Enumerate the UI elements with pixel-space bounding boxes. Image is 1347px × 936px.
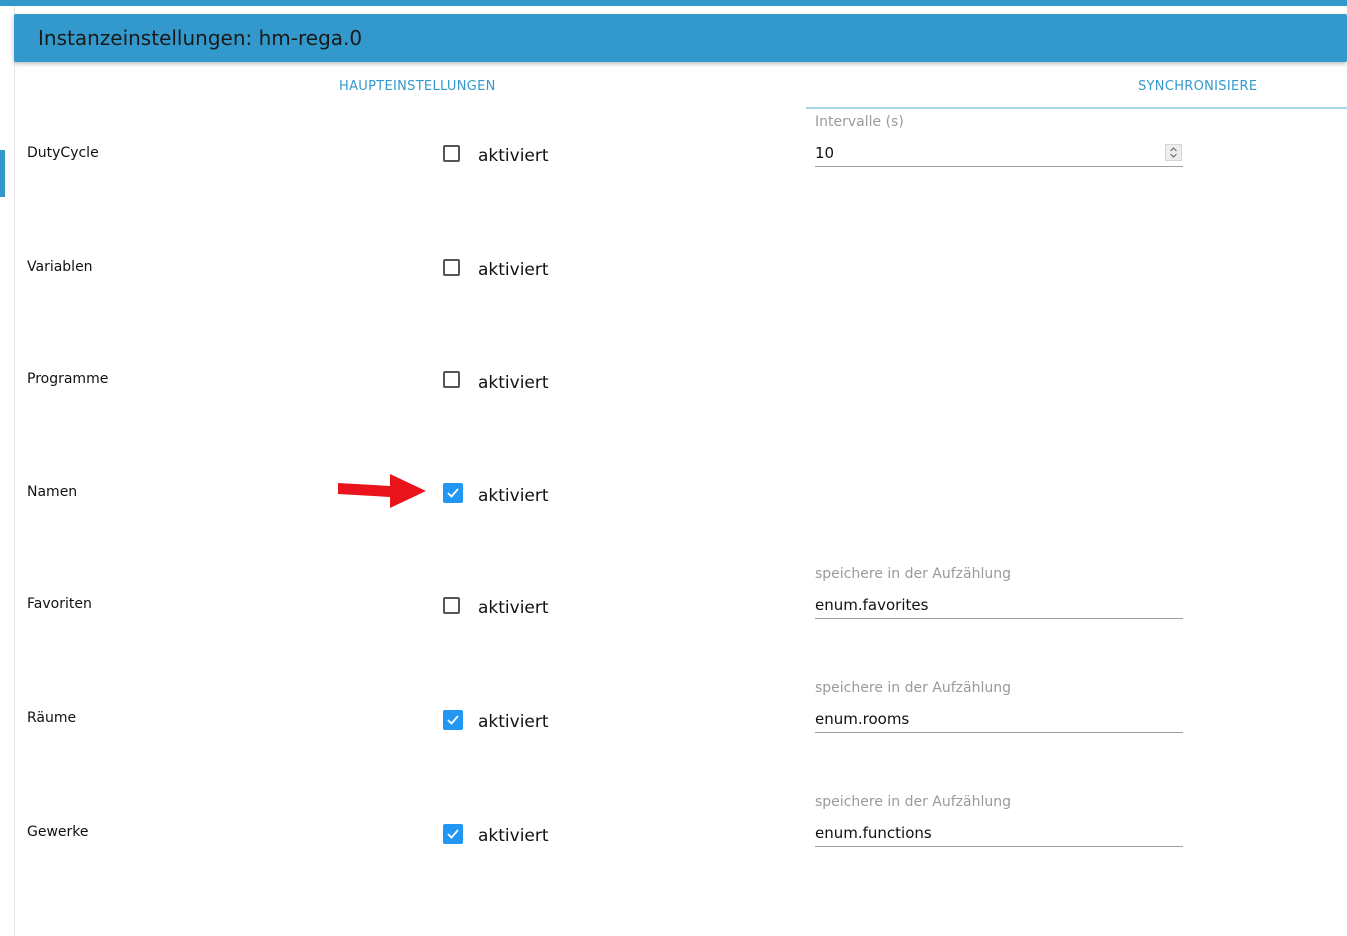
spinner-arrows-icon — [1170, 147, 1177, 158]
interval-input[interactable] — [815, 140, 1183, 167]
raeume-checkbox[interactable] — [443, 710, 463, 730]
tab-active-indicator — [806, 107, 1347, 109]
programme-checkbox-label[interactable]: aktiviert — [478, 373, 549, 393]
functions-enum-input[interactable] — [815, 820, 1183, 847]
rooms-enum-input[interactable] — [815, 706, 1183, 733]
tab-main-settings[interactable]: HAUPTEINSTELLUNGEN — [339, 79, 496, 94]
interval-spinner[interactable] — [1165, 144, 1182, 161]
gewerke-checkbox-label[interactable]: aktiviert — [478, 826, 549, 846]
checkmark-icon — [447, 488, 459, 498]
namen-checkbox-label[interactable]: aktiviert — [478, 486, 549, 506]
row-label-favoriten: Favoriten — [27, 596, 92, 612]
dutycycle-checkbox-label[interactable]: aktiviert — [478, 146, 549, 166]
namen-checkbox[interactable] — [443, 483, 463, 503]
programme-checkbox[interactable] — [443, 371, 460, 388]
favoriten-checkbox-label[interactable]: aktiviert — [478, 598, 549, 618]
checkmark-icon — [447, 715, 459, 725]
interval-field-label: Intervalle (s) — [815, 114, 904, 130]
raeume-checkbox-label[interactable]: aktiviert — [478, 712, 549, 732]
sidebar-active-indicator — [0, 150, 5, 197]
page-title: Instanzeinstellungen: hm-rega.0 — [38, 26, 363, 50]
row-label-namen: Namen — [27, 484, 78, 500]
dialog-header: Instanzeinstellungen: hm-rega.0 — [14, 14, 1347, 62]
red-arrow-icon — [338, 474, 426, 508]
favoriten-checkbox[interactable] — [443, 597, 460, 614]
dutycycle-checkbox[interactable] — [443, 145, 460, 162]
row-label-programme: Programme — [27, 371, 109, 387]
functions-enum-label: speichere in der Aufzählung — [815, 794, 1011, 810]
variablen-checkbox-label[interactable]: aktiviert — [478, 260, 549, 280]
row-label-dutycycle: DutyCycle — [27, 145, 99, 161]
row-label-raeume: Räume — [27, 710, 77, 726]
rooms-enum-label: speichere in der Aufzählung — [815, 680, 1011, 696]
checkmark-icon — [447, 829, 459, 839]
favorites-enum-input[interactable] — [815, 592, 1183, 619]
gewerke-checkbox[interactable] — [443, 824, 463, 844]
row-label-gewerke: Gewerke — [27, 824, 89, 840]
variablen-checkbox[interactable] — [443, 259, 460, 276]
tab-synchronize[interactable]: SYNCHRONISIERE — [1138, 79, 1257, 94]
row-label-variablen: Variablen — [27, 259, 93, 275]
favorites-enum-label: speichere in der Aufzählung — [815, 566, 1011, 582]
